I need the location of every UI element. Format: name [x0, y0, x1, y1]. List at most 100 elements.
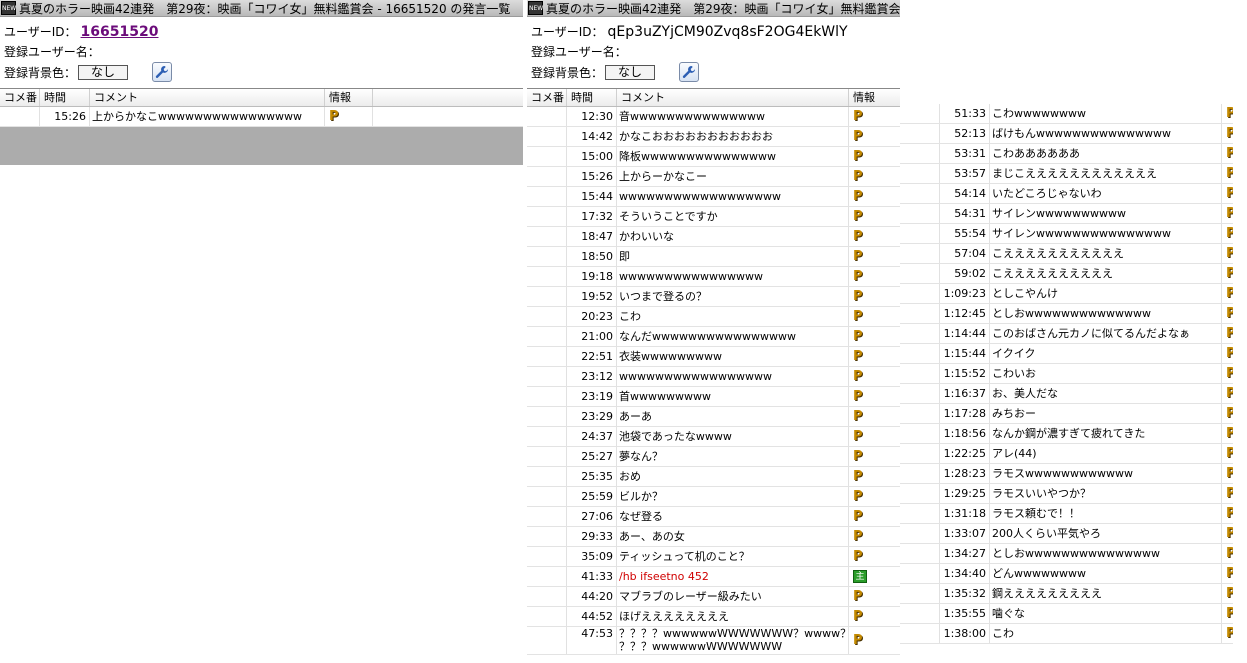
row-number — [527, 127, 567, 146]
table-row[interactable]: 15:26 上からーかなこー P — [527, 167, 900, 187]
table-row[interactable]: 23:12 wwwwwwwwwwwwwwwww P — [527, 367, 900, 387]
row-info: P — [849, 307, 900, 326]
table-row[interactable]: 21:00 なんだwwwwwwwwwwwwwwww P — [527, 327, 900, 347]
table-row[interactable]: 1:34:40 どんwwwwwwww P — [900, 564, 1233, 584]
row-comment: ラモスwwwwwwwwwwww — [990, 464, 1222, 483]
comment-text: としおwwwwwwwwwwwwww — [992, 307, 1151, 320]
table-row[interactable]: 1:28:23 ラモスwwwwwwwwwwww P — [900, 464, 1233, 484]
comment-text: 降板wwwwwwwwwwwwwww — [619, 150, 776, 163]
table-row[interactable]: 19:18 wwwwwwwwwwwwwwww P — [527, 267, 900, 287]
title-bar[interactable]: NEW 真夏のホラー映画42連発 第29夜：映画「コワイ女」無料鑑賞会 — [527, 0, 900, 17]
table-row[interactable]: 25:27 夢なん？ P — [527, 447, 900, 467]
table-row[interactable]: 1:35:55 噛ぐな P — [900, 604, 1233, 624]
row-comment: 即 — [617, 247, 849, 266]
table-row[interactable]: 1:14:44 このおばさん元カノに似てるんだよなぁ P — [900, 324, 1233, 344]
table-row[interactable]: 53:31 こわああああああ P — [900, 144, 1233, 164]
table-row[interactable]: 54:14 いたどころじゃないわ P — [900, 184, 1233, 204]
userid-link[interactable]: 16651520 — [81, 24, 159, 40]
row-number — [900, 144, 940, 163]
premium-icon: P — [1226, 326, 1233, 341]
table-row[interactable]: 47:53 ？？？？wwwwwwWWWWWWW？wwww？？ ？？？wwwwwwWW… — [527, 627, 900, 655]
table-row[interactable]: 1:31:18 ラモス頼むで！！ P — [900, 504, 1233, 524]
row-number — [900, 524, 940, 543]
table-row[interactable]: 27:06 なぜ登る P — [527, 507, 900, 527]
table-row[interactable]: 23:29 あーあ P — [527, 407, 900, 427]
table-row[interactable]: 57:04 こえええええええええええ P — [900, 244, 1233, 264]
table-row[interactable]: 41:33/hb ifseetno 452 主 — [527, 567, 900, 587]
table-row[interactable]: 1:33:07 200人くらい平気やろ P — [900, 524, 1233, 544]
table-row[interactable]: 1:18:56 なんか鋼が濃すぎて疲れてきた P — [900, 424, 1233, 444]
row-comment: おめ — [617, 467, 849, 486]
comment-text: ビルか？ — [619, 490, 663, 503]
premium-icon: P — [1226, 186, 1233, 201]
table-row[interactable]: 1:29:25 ラモスいいやつか？ P — [900, 484, 1233, 504]
row-comment: このおばさん元カノに似てるんだよなぁ — [990, 324, 1222, 343]
row-time: 1:17:28 — [940, 404, 990, 423]
table-row[interactable]: 1:17:28 みちおー P — [900, 404, 1233, 424]
table-row[interactable]: 1:15:44 イクイク P — [900, 344, 1233, 364]
row-time: 1:35:32 — [940, 584, 990, 603]
col-number[interactable]: コメ番 — [0, 89, 40, 106]
table-row[interactable]: 44:52 ほげええええええええ P — [527, 607, 900, 627]
premium-icon: P — [1226, 486, 1233, 501]
table-row[interactable]: 55:54 サイレンwwwwwwwwwwwwwww P — [900, 224, 1233, 244]
table-row[interactable]: 44:20 マブラブのレーザー級みたい P — [527, 587, 900, 607]
table-row[interactable]: 1:38:00 こわ P — [900, 624, 1233, 644]
table-row[interactable]: 59:02 こええええええええええ P — [900, 264, 1233, 284]
table-row[interactable]: 1:15:52 こわいお P — [900, 364, 1233, 384]
col-info[interactable]: 情報 — [849, 89, 900, 106]
row-time: 25:27 — [567, 447, 617, 466]
row-time: 1:29:25 — [940, 484, 990, 503]
table-row[interactable]: 1:22:25 アレ(44) P — [900, 444, 1233, 464]
row-info: P — [849, 467, 900, 486]
table-row[interactable]: 29:33 あー、あの女 P — [527, 527, 900, 547]
table-row[interactable]: 15:44 wwwwwwwwwwwwwwwwww P — [527, 187, 900, 207]
table-row[interactable]: 15:00 降板wwwwwwwwwwwwwww P — [527, 147, 900, 167]
row-info: P — [849, 527, 900, 546]
row-time: 55:54 — [940, 224, 990, 243]
row-comment: ティッシュって机のこと？ — [617, 547, 849, 566]
table-row[interactable]: 20:23 こわ P — [527, 307, 900, 327]
table-row[interactable]: 1:12:45 としおwwwwwwwwwwwwww P — [900, 304, 1233, 324]
table-row[interactable]: 51:33 こわwwwwwwww P — [900, 104, 1233, 124]
table-row[interactable]: 14:42 かなこおおおおおおおおおおお P — [527, 127, 900, 147]
table-row[interactable]: 23:19 首wwwwwwwww P — [527, 387, 900, 407]
table-row[interactable]: 22:51 衣装wwwwwwwww P — [527, 347, 900, 367]
table-row[interactable]: 15:26 上からかなこwwwwwwwwwwwwwwww P — [0, 107, 523, 127]
col-comment[interactable]: コメント — [90, 89, 325, 106]
table-row[interactable]: 17:32 そういうことですか P — [527, 207, 900, 227]
table-row[interactable]: 18:47 かわいいな P — [527, 227, 900, 247]
wrench-icon[interactable] — [152, 62, 173, 82]
table-row[interactable]: 25:59 ビルか？ P — [527, 487, 900, 507]
table-row[interactable]: 25:35 おめ P — [527, 467, 900, 487]
table-row[interactable]: 1:34:27 としおwwwwwwwwwwwwwww P — [900, 544, 1233, 564]
empty-area — [0, 127, 523, 165]
table-row[interactable]: 19:52 いつまで登るの？ P — [527, 287, 900, 307]
comment-text: 上からーかなこー — [619, 170, 707, 183]
table-row[interactable]: 24:37 池袋であったなwwww P — [527, 427, 900, 447]
table-row[interactable]: 1:16:37 お、美人だな P — [900, 384, 1233, 404]
table-row[interactable]: 52:13 ばけもんwwwwwwwwwwwwwww P — [900, 124, 1233, 144]
row-number — [900, 204, 940, 223]
wrench-icon[interactable] — [679, 62, 700, 82]
col-number[interactable]: コメ番 — [527, 89, 567, 106]
row-info: P — [1222, 444, 1233, 463]
table-row[interactable]: 18:50 即 P — [527, 247, 900, 267]
table-row[interactable]: 35:09 ティッシュって机のこと？ P — [527, 547, 900, 567]
premium-icon: P — [853, 633, 863, 648]
table-row[interactable]: 1:09:23 としこやんけ P — [900, 284, 1233, 304]
table-row[interactable]: 53:57 まじこええええええええええええ P — [900, 164, 1233, 184]
col-comment[interactable]: コメント — [617, 89, 849, 106]
row-number — [527, 247, 567, 266]
col-time[interactable]: 時間 — [40, 89, 90, 106]
row-info: P — [849, 207, 900, 226]
table-row[interactable]: 54:31 サイレンwwwwwwwwww P — [900, 204, 1233, 224]
row-comment: あー、あの女 — [617, 527, 849, 546]
col-info[interactable]: 情報 — [325, 89, 373, 106]
col-time[interactable]: 時間 — [567, 89, 617, 106]
row-comment: なんだwwwwwwwwwwwwwwww — [617, 327, 849, 346]
row-comment: いたどころじゃないわ — [990, 184, 1222, 203]
table-row[interactable]: 1:35:32 鋼えええええええええ P — [900, 584, 1233, 604]
title-bar[interactable]: NEW 真夏のホラー映画42連発 第29夜：映画「コワイ女」無料鑑賞会 - 16… — [0, 0, 523, 17]
table-row[interactable]: 12:30 音wwwwwwwwwwwwwww P — [527, 107, 900, 127]
